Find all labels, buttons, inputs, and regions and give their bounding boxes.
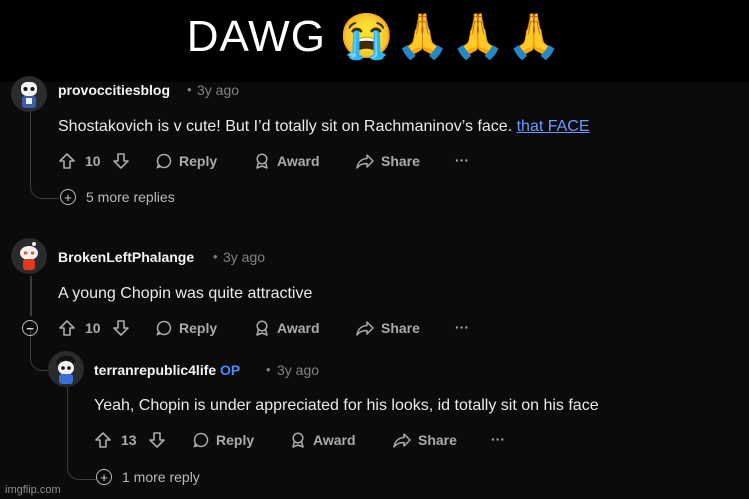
comment-bubble-icon <box>193 432 209 448</box>
snoo-avatar-icon <box>11 76 47 112</box>
separator-dot: • <box>266 362 271 377</box>
op-badge: OP <box>220 362 241 378</box>
award-button[interactable]: Award <box>253 152 320 170</box>
share-arrow-icon <box>356 154 374 169</box>
separator-dot: • <box>213 249 218 264</box>
separator-dot: • <box>187 82 192 97</box>
downvote-button[interactable] <box>112 319 130 337</box>
share-button[interactable]: Share <box>392 431 457 449</box>
comment-link[interactable]: that FACE <box>517 118 590 135</box>
award-label: Award <box>277 320 320 336</box>
expand-icon: + <box>60 189 76 205</box>
downvote-arrow-icon <box>113 153 129 169</box>
comment-text: Shostakovich is v cute! But I’d totally … <box>58 118 517 135</box>
username-text: terranrepublic4life <box>94 362 217 378</box>
upvote-arrow-icon <box>59 153 75 169</box>
award-label: Award <box>277 153 320 169</box>
award-icon <box>256 320 268 336</box>
vote-count: 13 <box>121 432 137 448</box>
share-arrow-icon <box>393 433 411 448</box>
more-replies-link[interactable]: + 1 more reply <box>96 469 200 485</box>
upvote-arrow-icon <box>59 320 75 336</box>
collapse-icon: − <box>22 320 38 336</box>
comment-username[interactable]: terranrepublic4life OP <box>94 362 240 378</box>
vote-count: 10 <box>85 153 101 169</box>
thread-line <box>30 276 32 316</box>
reply-button[interactable]: Reply <box>155 319 217 337</box>
more-options-button[interactable]: ··· <box>455 319 469 335</box>
meme-caption-bar: DAWG 😭🙏🙏🙏 <box>0 0 749 82</box>
more-replies-label: 5 more replies <box>86 189 175 205</box>
snoo-avatar-icon <box>48 351 84 387</box>
comment-username[interactable]: BrokenLeftPhalange <box>58 249 194 265</box>
share-button[interactable]: Share <box>355 152 420 170</box>
snoo-avatar-icon <box>11 238 47 274</box>
share-label: Share <box>381 320 420 336</box>
comment-timestamp[interactable]: 3y ago <box>277 362 319 378</box>
share-arrow-icon <box>356 321 374 336</box>
comment-body: Yeah, Chopin is under appreciated for hi… <box>94 397 599 414</box>
more-replies-label: 1 more reply <box>122 469 200 485</box>
award-label: Award <box>313 432 356 448</box>
comment-body: Shostakovich is v cute! But I’d totally … <box>58 118 590 136</box>
avatar[interactable] <box>48 351 84 387</box>
award-button[interactable]: Award <box>289 431 356 449</box>
expand-icon: + <box>96 469 112 485</box>
comment-timestamp[interactable]: 3y ago <box>197 82 239 98</box>
award-button[interactable]: Award <box>253 319 320 337</box>
downvote-button[interactable] <box>112 152 130 170</box>
comment-timestamp[interactable]: 3y ago <box>223 249 265 265</box>
reply-label: Reply <box>216 432 255 448</box>
thread-connector <box>30 110 59 199</box>
upvote-arrow-icon <box>95 432 111 448</box>
meme-caption: DAWG 😭🙏🙏🙏 <box>186 12 563 61</box>
share-button[interactable]: Share <box>355 319 420 337</box>
upvote-button[interactable] <box>94 431 112 449</box>
collapse-thread-button[interactable]: − <box>22 320 38 336</box>
watermark: imgflip.com <box>5 484 61 496</box>
avatar[interactable] <box>11 238 47 274</box>
reply-label: Reply <box>179 320 218 336</box>
more-replies-link[interactable]: + 5 more replies <box>60 189 175 205</box>
thread-connector <box>67 387 96 480</box>
comment-bubble-icon <box>156 320 172 336</box>
more-options-button[interactable]: ··· <box>491 431 505 447</box>
comment-thread: provoccitiesblog • 3y ago Shostakovich i… <box>0 76 749 499</box>
comment-body: A young Chopin was quite attractive <box>58 285 313 302</box>
upvote-button[interactable] <box>58 152 76 170</box>
upvote-button[interactable] <box>58 319 76 337</box>
more-options-button[interactable]: ··· <box>455 152 469 168</box>
reply-button[interactable]: Reply <box>155 152 217 170</box>
share-label: Share <box>381 153 420 169</box>
award-icon <box>292 432 304 448</box>
comment-bubble-icon <box>156 153 172 169</box>
downvote-arrow-icon <box>113 320 129 336</box>
comment-username[interactable]: provoccitiesblog <box>58 82 170 98</box>
share-label: Share <box>418 432 457 448</box>
reply-button[interactable]: Reply <box>192 431 254 449</box>
reply-label: Reply <box>179 153 218 169</box>
award-icon <box>256 153 268 169</box>
avatar[interactable] <box>11 76 47 112</box>
vote-count: 10 <box>85 320 101 336</box>
downvote-arrow-icon <box>149 432 165 448</box>
downvote-button[interactable] <box>148 431 166 449</box>
